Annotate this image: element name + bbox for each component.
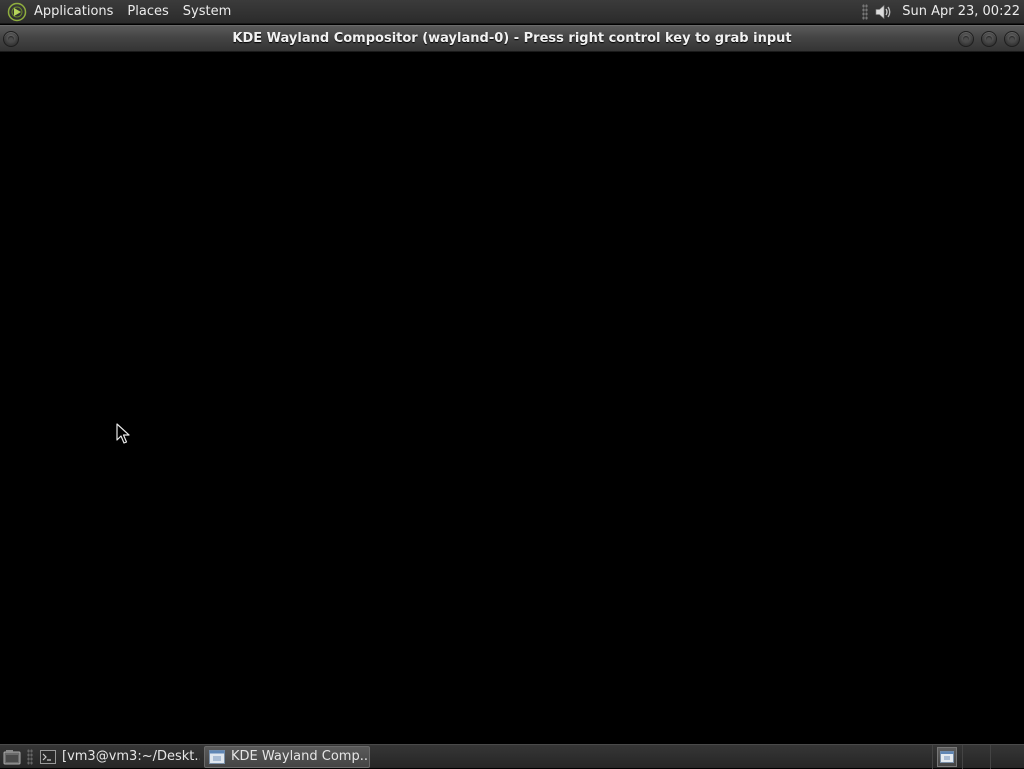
taskbar-item-terminal[interactable]: [vm3@vm3:~/Deskt... bbox=[36, 746, 200, 768]
maximize-icon[interactable] bbox=[981, 31, 997, 47]
window-icon bbox=[209, 749, 225, 765]
taskbar-item-label: KDE Wayland Comp... bbox=[231, 749, 370, 764]
system-menu[interactable]: System bbox=[176, 0, 238, 24]
show-desktop-icon[interactable] bbox=[0, 745, 24, 769]
terminal-icon bbox=[40, 749, 56, 765]
tray-separator bbox=[962, 745, 963, 769]
panel-handle[interactable] bbox=[27, 748, 33, 765]
window-title-bar[interactable]: KDE Wayland Compositor (wayland-0) - Pre… bbox=[0, 25, 1024, 52]
close-icon[interactable] bbox=[1004, 31, 1020, 47]
panel-handle[interactable] bbox=[862, 3, 869, 20]
speaker-icon[interactable] bbox=[872, 1, 894, 23]
bottom-panel: [vm3@vm3:~/Deskt... KDE Wayland Comp... bbox=[0, 744, 1024, 769]
tray-separator bbox=[990, 745, 991, 769]
applications-menu[interactable]: Applications bbox=[29, 0, 120, 24]
taskbar-item-label: [vm3@vm3:~/Deskt... bbox=[62, 749, 200, 764]
window-title: KDE Wayland Compositor (wayland-0) - Pre… bbox=[232, 31, 792, 46]
taskbar-item-kde-wayland[interactable]: KDE Wayland Comp... bbox=[204, 745, 370, 768]
places-menu[interactable]: Places bbox=[120, 0, 175, 24]
clock[interactable]: Sun Apr 23, 00:22 bbox=[902, 0, 1024, 24]
compositor-content-area[interactable] bbox=[0, 52, 1024, 744]
tray-separator bbox=[932, 745, 933, 769]
top-panel-tray: Sun Apr 23, 00:22 bbox=[862, 0, 1024, 24]
mouse-pointer-icon bbox=[116, 423, 130, 444]
top-panel: Applications Places System Sun Apr 23, 0… bbox=[0, 0, 1024, 24]
minimize-icon[interactable] bbox=[958, 31, 974, 47]
workspace-switcher-icon[interactable] bbox=[937, 747, 957, 767]
distro-logo-icon[interactable] bbox=[5, 0, 29, 24]
